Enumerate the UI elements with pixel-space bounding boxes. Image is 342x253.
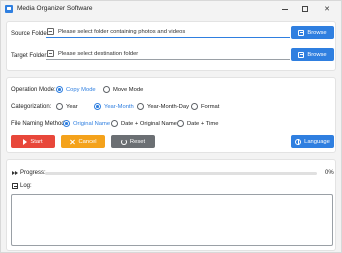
radio-label: Date + Time [187,120,219,127]
operation-mode-label: Operation Mode: [11,87,56,93]
radio-label: Move Mode [113,86,144,93]
cancel-label: Cancel [78,138,97,145]
app-icon [5,5,13,13]
minimize-button[interactable] [277,3,293,15]
radio-label: Year-Month-Day [147,103,189,110]
minimize-icon [282,8,288,10]
reset-icon [120,138,127,145]
file-naming-label: File Naming Method: [11,121,67,127]
source-browse-label: Browse [307,29,327,36]
radio-label: Format [201,103,220,110]
source-folder-label: Source Folder: [11,31,51,37]
radio-dot [191,103,198,110]
source-folder-field[interactable] [46,26,290,38]
browse-icon [298,29,305,36]
target-folder-input[interactable] [54,50,290,57]
folder-panel: Source Folder: Browse Target Folder: Bro… [6,21,336,71]
radio-dot [177,120,184,127]
browse-icon [298,51,305,58]
radio-date-original-name[interactable]: Date + Original Name [111,120,177,127]
target-browse-button[interactable]: Browse [291,48,334,61]
source-browse-button[interactable]: Browse [291,26,334,39]
radio-dot [137,103,144,110]
target-folder-field[interactable] [46,48,290,60]
app-window: Media Organizer Software ✕ Source Folder… [0,0,342,253]
reset-label: Reset [129,138,146,145]
cancel-icon [69,139,75,145]
log-icon [12,183,18,189]
folder-icon [47,50,54,57]
language-label: Language [304,138,330,145]
radio-dot [56,86,63,93]
close-icon: ✕ [324,6,330,13]
radio-year-month[interactable]: Year-Month [94,103,134,110]
play-icon [23,138,28,145]
progress-value: 0% [325,170,334,176]
categorization-label: Categorization: [11,104,52,110]
radio-label: Year-Month [104,103,134,110]
radio-format[interactable]: Format [191,103,219,110]
radio-label: Original Name [73,120,111,127]
radio-original-name[interactable]: Original Name [63,120,110,127]
radio-dot [103,86,110,93]
radio-dot [111,120,118,127]
radio-copy-mode[interactable]: Copy Mode [56,86,96,93]
radio-label: Copy Mode [66,86,96,93]
radio-year-month-day[interactable]: Year-Month-Day [137,103,189,110]
target-browse-label: Browse [307,51,327,58]
target-folder-label: Target Folder: [11,53,49,59]
cancel-button[interactable]: Cancel [61,135,105,148]
progress-label: Progress: [20,170,46,176]
progress-bar [45,172,317,175]
radio-year[interactable]: Year [56,103,78,110]
radio-dot [56,103,63,110]
language-button[interactable]: Language [291,135,334,148]
source-folder-input[interactable] [54,28,290,35]
radio-move-mode[interactable]: Move Mode [103,86,143,93]
reset-button[interactable]: Reset [111,135,155,148]
close-button[interactable]: ✕ [319,3,335,15]
radio-date-time[interactable]: Date + Time [177,120,218,127]
log-textarea[interactable] [11,194,333,246]
log-label: Log: [20,183,32,189]
radio-label: Year [66,103,78,110]
start-button[interactable]: Start [11,135,55,148]
maximize-icon [302,6,308,12]
radio-dot [94,103,101,110]
title-bar: Media Organizer Software ✕ [1,1,341,17]
start-label: Start [30,138,43,145]
progress-icon [12,170,18,176]
radio-label: Date + Original Name [121,120,177,127]
radio-dot [63,120,70,127]
folder-icon [47,28,54,35]
globe-icon [295,138,302,145]
maximize-button[interactable] [297,3,313,15]
options-panel: Operation Mode: Copy Mode Move Mode Cate… [6,77,336,153]
window-title: Media Organizer Software [17,5,93,12]
